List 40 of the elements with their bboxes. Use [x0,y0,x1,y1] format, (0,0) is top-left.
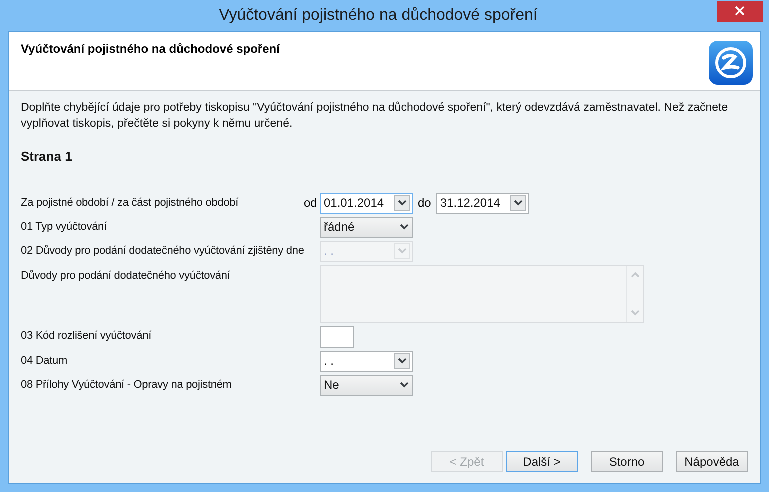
chevron-down-icon [514,200,523,206]
from-label: od [304,195,318,212]
chevron-down-icon [630,310,640,316]
field-label: 02 Důvody pro podání dodatečného vyúčtování zjištěny dne [21,244,304,259]
date-field[interactable]: 01.01.2014 [320,192,413,214]
field-label: 01 Typ vyúčtování [21,220,107,235]
date-value: 31.12.2014 [440,197,502,209]
logo-icon [708,40,754,86]
close-icon [735,6,745,16]
field-label: 03 Kód rozlišení vyúčtování [21,329,152,344]
date-field[interactable]: 31.12.2014 [436,192,530,214]
dropdown-button[interactable] [510,195,526,211]
chevron-down-icon [398,248,406,254]
date-field[interactable]: . . [320,350,413,372]
field-label: 04 Datum [21,354,68,369]
dialog-button[interactable]: Další > [506,451,578,472]
combo-box[interactable]: řádné [320,216,413,238]
dialog-button[interactable]: Nápověda [676,451,748,472]
dialog-button[interactable]: Storno [591,451,663,472]
dropdown-button[interactable] [394,353,410,369]
chevron-down-icon [398,358,406,364]
chevron-down-icon [398,200,406,206]
combo-box[interactable]: Ne [320,374,413,396]
field-label: Důvody pro podání dodatečného vyúčtování [21,268,230,284]
date-value: 01.01.2014 [324,197,386,209]
scroll-up-icon [630,272,640,278]
field-label: Za pojistné období / za část pojistného období [21,196,239,211]
chevron-down-icon [400,224,409,230]
window-title: Vyúčtování pojistného na důchodové spoření [218,6,539,26]
section-title: Strana 1 [20,148,74,166]
to-label: do [418,195,432,212]
header-title: Vyúčtování pojistného na důchodové spoření [21,41,280,58]
field-label: 08 Přílohy Vyúčtování - Opravy na pojistném [21,378,232,393]
date-value: . . [324,355,336,367]
close-button[interactable] [717,0,763,22]
intro-text: Doplňte chybějící údaje pro potřeby tiskopisu "Vyúčtování pojistného na důchodové spoření", který odevzdává zaměstnavatel. Než začnete vyplňovat tiskopis, přečtěte si pokyny k němu určené. [20,100,730,132]
dropdown-button[interactable] [394,195,410,211]
chevron-down-icon [400,382,409,388]
date-value: . . [324,245,336,257]
input-field[interactable] [320,326,354,348]
